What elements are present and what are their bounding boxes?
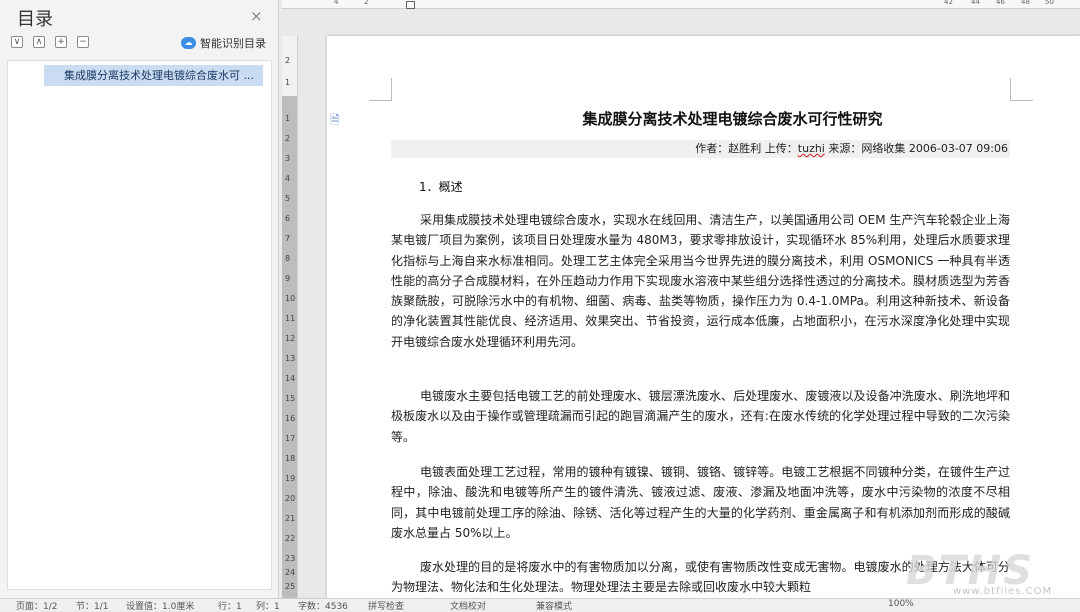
document-page[interactable]: 🗎 集成膜分离技术处理电镀综合废水可行性研究 作者：赵胜利 上传：tuzhi 来… [327, 36, 1080, 598]
ruler-number: 11 [285, 314, 296, 323]
ruler-number: 18 [285, 454, 296, 463]
ruler-number: 2 [285, 56, 291, 65]
ruler-number: 10 [285, 294, 296, 303]
toc-panel: 目录 × ∨ ∧ + − ☁ 智能识别目录 集成膜分离技术处理电镀综合废水可 .… [0, 0, 279, 598]
crop-mark [1010, 78, 1033, 101]
expand-all-icon[interactable]: ∧ [33, 36, 45, 48]
ruler-number: 20 [285, 494, 296, 503]
ruler-number: 1 [285, 78, 291, 87]
ruler-number: 23 [285, 554, 296, 563]
crop-mark [369, 78, 392, 101]
ruler-number: 21 [285, 514, 296, 523]
ruler-number: 8 [285, 254, 291, 263]
ruler-number: 2 [285, 134, 291, 143]
ruler-number: 19 [285, 474, 296, 483]
status-words[interactable]: 字数：4536 [298, 599, 348, 612]
byline-suffix: 来源：网络收集 2006-03-07 09:06 [824, 142, 1008, 155]
byline-uploader: tuzhi [797, 142, 825, 155]
zoom-level[interactable]: 100% [888, 599, 914, 609]
status-section: 节：1/1 [76, 602, 109, 612]
status-page[interactable]: 页面：1/2 [16, 599, 58, 612]
ruler-number: 14 [285, 374, 296, 383]
document-title[interactable]: 集成膜分离技术处理电镀综合废水可行性研究 [391, 108, 1074, 129]
ruler-number: 4 [285, 174, 291, 183]
ruler-number: 42 [944, 0, 953, 6]
ruler-number: 6 [285, 214, 291, 223]
ruler-number: 3 [285, 154, 291, 163]
toc-toolbar: ∨ ∧ + − [11, 36, 89, 48]
ruler-number: 24 [285, 568, 296, 577]
ruler-number: 2 [364, 0, 369, 6]
ruler-number: 12 [285, 334, 296, 343]
status-row: 行：1 [218, 602, 242, 612]
ruler-number: 9 [285, 274, 291, 283]
compat-mode: 兼容模式 [536, 602, 573, 612]
ruler-number: 13 [285, 354, 296, 363]
close-icon[interactable]: × [250, 7, 263, 25]
ruler-number: 4 [334, 0, 339, 6]
ruler-number: 5 [285, 194, 291, 203]
cloud-icon: ☁ [181, 37, 196, 49]
collapse-all-icon[interactable]: ∨ [11, 36, 23, 48]
document-icon[interactable]: 🗎 [330, 111, 340, 132]
vertical-ruler[interactable]: 2 1 1 2 3 4 5 6 7 8 9 10 11 12 13 14 15 … [282, 36, 298, 598]
spell-check-button[interactable]: 拼写检查 [368, 599, 404, 612]
horizontal-ruler[interactable]: 4 2 42 44 46 48 50 [282, 0, 1080, 9]
add-heading-icon[interactable]: + [55, 36, 67, 48]
toc-item[interactable]: 集成膜分离技术处理电镀综合废水可 ... [44, 65, 263, 86]
ruler-number: 16 [285, 414, 296, 423]
indent-marker[interactable] [406, 1, 415, 9]
status-bar: 页面：1/2 节：1/1 设置值：1.0厘米 行：1 列：1 字数：4536 拼… [0, 598, 1080, 612]
ruler-number: 50 [1045, 0, 1054, 6]
ruler-number: 15 [285, 394, 296, 403]
watermark-url: www.btfiles.COM [953, 586, 1053, 597]
ruler-number: 48 [1021, 0, 1030, 6]
toc-list: 集成膜分离技术处理电镀综合废水可 ... [7, 60, 272, 590]
status-col: 列：1 [256, 602, 280, 612]
paragraph[interactable]: 电镀废水主要包括电镀工艺的前处理废水、镀层漂洗废水、后处理废水、废镀液以及设备冲… [391, 386, 1010, 447]
ruler-number: 7 [285, 234, 291, 243]
document-byline[interactable]: 作者：赵胜利 上传：tuzhi 来源：网络收集 2006-03-07 09:06 [391, 140, 1010, 158]
remove-heading-icon[interactable]: − [77, 36, 89, 48]
toc-title: 目录 [17, 9, 53, 30]
paragraph[interactable]: 电镀表面处理工艺过程，常用的镀种有镀镍、镀铜、镀铬、镀锌等。电镀工艺根据不同镀种… [391, 462, 1010, 543]
smart-toc-button[interactable]: ☁ 智能识别目录 [181, 35, 266, 51]
byline-prefix: 作者：赵胜利 上传： [695, 142, 798, 155]
ruler-number: 25 [285, 582, 296, 591]
ruler-number: 44 [971, 0, 980, 6]
section-heading[interactable]: 1．概述 [419, 178, 463, 195]
ruler-number: 22 [285, 534, 296, 543]
smart-toc-label: 智能识别目录 [200, 37, 266, 50]
ruler-number: 46 [996, 0, 1005, 6]
ruler-number: 17 [285, 434, 296, 443]
status-setting: 设置值：1.0厘米 [126, 602, 195, 612]
ruler-number: 1 [285, 114, 291, 123]
doc-check-button[interactable]: 文档校对 [450, 599, 486, 612]
paragraph[interactable]: 采用集成膜技术处理电镀综合废水，实现水在线回用、清洁生产，以美国通用公司 OEM… [391, 210, 1010, 352]
